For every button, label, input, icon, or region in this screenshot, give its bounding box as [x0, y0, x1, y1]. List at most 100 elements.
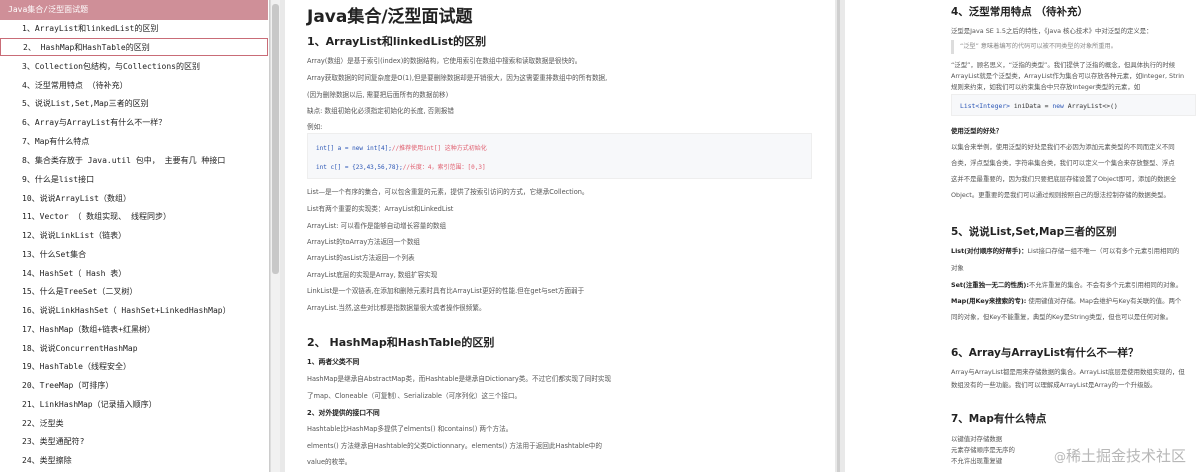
paragraph: elments() 方法继承自Hashtable的父类Dictionnary。e… [307, 442, 602, 450]
code-text: int[] a = new int[4]; [316, 145, 392, 152]
paragraph: HashMap是继承自AbstractMap类，而Hashtable是继承自Di… [307, 375, 612, 383]
bold-term: List(对付顺序的好帮手)： [951, 247, 1028, 255]
paragraph: 不允许出现重复键 [951, 457, 1003, 465]
document-page: Java集合/泛型面试题 1、ArrayList和linkedList的区别 A… [285, 0, 835, 472]
page-title: Java集合/泛型面试题 [307, 7, 473, 27]
subheading: 2、对外提供的接口不同 [307, 409, 380, 417]
paragraph: 了map、Cloneable（可复制）、Serializable（可序列化）这三… [307, 392, 522, 400]
paragraph: 以集合来举例，使用泛型的好处是我们不必因为添加元素类型的不同而定义不同 [951, 143, 1175, 151]
toc-item[interactable]: 22、泛型类 [0, 415, 268, 433]
page-scrollbar[interactable] [837, 0, 840, 472]
paragraph: 对象 [951, 264, 964, 272]
paragraph: List(对付顺序的好帮手)：List接口存储一组不唯一（可以有多个元素引用相同… [951, 246, 1179, 255]
subheading: 使用泛型的好处？ [951, 127, 1003, 135]
toc-item[interactable]: 17、HashMap（数组+链表+红黑树） [0, 321, 268, 339]
paragraph: Hashtable比HashMap多提供了elments() 和contains… [307, 425, 513, 433]
code-text: new [1052, 102, 1064, 110]
paragraph: 合类，浮点型集合类，字符串集合类，我们可以定义一个集合来存放整型、浮点 [951, 159, 1175, 167]
watermark-text: 稀土掘金技术社区 [1065, 447, 1186, 465]
paragraph: ArrayList的asList方法返回一个列表 [307, 254, 415, 262]
paragraph: 同的对象，但Key不能重复，典型的Key是String类型，但也可以是任何对象。 [951, 313, 1173, 321]
toc-item[interactable]: 19、HashTable（线程安全） [0, 358, 268, 376]
paragraph: “泛型”，顾名思义，“泛指的类型”。我们提供了泛指的概念，但具体执行的时候 [951, 61, 1176, 69]
toc-item[interactable]: 10、说说ArrayList（数组） [0, 190, 268, 208]
toc-item[interactable]: 12、说说LinkList（链表） [0, 227, 268, 245]
paragraph: 规则来约束，如我们可以约束集合中只存放Integer类型的元素，如 [951, 83, 1141, 91]
paragraph: Map(用Key来搜索的专): 使用键值对存储。Map会维护与Key有关联的值。… [951, 296, 1181, 305]
toc-panel: Java集合/泛型面试题 1、ArrayList和linkedList的区别 2… [0, 0, 270, 472]
toc-item[interactable]: 24、类型擦除 [0, 452, 268, 470]
bold-term: Map(用Key来搜索的专): [951, 297, 1027, 305]
paragraph: Array获取数据的时间复杂度是O(1),但是要删除数据却是开销很大，因为这需要… [307, 74, 608, 82]
section-heading: 4、泛型常用特点 （待补充） [951, 6, 1088, 18]
toc-item[interactable]: 8、集合类存放于 Java.util 包中， 主要有几 种接口 [0, 152, 268, 170]
paragraph: ArrayList的toArray方法返回一个数组 [307, 238, 421, 246]
paragraph: value的枚举。 [307, 458, 352, 466]
paragraph: List—是一个有序的集合，可以包含重复的元素，提供了按索引访问的方式，它继承C… [307, 188, 589, 196]
bold-term: Set(注重独一无二的性质): [951, 281, 1029, 289]
paragraph: 缺点: 数组初始化必须指定初始化的长度, 否则报错 [307, 107, 454, 115]
paragraph: ArrayList底层的实现是Array, 数组扩容实现 [307, 271, 438, 279]
paragraph: List有两个重要的实现类：ArrayList和LinkedList [307, 205, 454, 213]
paragraph: Set(注重独一无二的性质):不允许重复的集合。不会有多个元素引用相同的对象。 [951, 280, 1182, 289]
paragraph-text: 使用键值对存储。Map会维护与Key有关联的值。两个 [1026, 297, 1182, 305]
paragraph-text: 不允许重复的集合。不会有多个元素引用相同的对象。 [1028, 281, 1183, 289]
blockquote: “泛型” 意味着编写的代码可以被不同类型的对象所重用。 [951, 40, 1196, 54]
paragraph: Object。更重要的是我们可以通过规则按照自己的想法控制存储的数据类型。 [951, 191, 1170, 199]
paragraph: Array(数组）是基于索引(index)的数据结构，它使用索引在数组中搜索和读… [307, 57, 582, 65]
scrollbar-thumb[interactable] [272, 4, 279, 274]
toc-item[interactable]: 4、泛型常用特点 （待补充） [0, 77, 268, 95]
paragraph: 元素存储顺序是无序的 [951, 446, 1015, 454]
paragraph-text: List接口存储一组不唯一（可以有多个元素引用相同的 [1027, 247, 1180, 255]
document-page-right: 4、泛型常用特点 （待补充） 泛型是Java SE 1.5之后的特性，《Java… [845, 0, 1200, 472]
toc-item-selected[interactable]: 2、 HashMap和HashTable的区别 [0, 38, 268, 56]
toc-item[interactable]: 9、什么是list接口 [0, 171, 268, 189]
toc-item[interactable]: 6、Array与ArrayList有什么不一样？ [0, 114, 268, 132]
watermark: @稀土掘金技术社区 [1054, 445, 1186, 466]
watermark-at: @ [1053, 450, 1066, 464]
code-text: List<Integer> [960, 102, 1011, 110]
toc-item[interactable]: 20、TreeMap（可排序） [0, 377, 268, 395]
section-heading: 2、 HashMap和HashTable的区别 [307, 336, 495, 349]
paragraph: 这并不是最重要的，因为我们只要把底层存储设置了Object即可，添加的数据全 [951, 175, 1177, 183]
paragraph: LinkList是一个双链表,在添加和删除元素时具有比ArrayList更好的性… [307, 287, 585, 295]
toc-scrollbar[interactable] [270, 0, 280, 472]
paragraph: ArrayList就是个泛型类，ArrayList作为集合可以存放各种元素，如I… [951, 72, 1185, 80]
code-text: ArrayList<>() [1063, 102, 1118, 110]
code-line: int[] a = new int[4];//推荐使用int[] 这种方式初始化 [316, 143, 487, 152]
paragraph: 以键值对存储数据 [951, 435, 1003, 443]
paragraph: ArrayList: 可以看作是能够自动增长容量的数组 [307, 222, 447, 230]
toc-item[interactable]: 11、Vector （ 数组实现、 线程同步） [0, 208, 268, 226]
paragraph: ArrayList.当然,这些对比都是指数据量很大或者操作很频繁。 [307, 304, 486, 312]
code-block: int[] a = new int[4];//推荐使用int[] 这种方式初始化… [307, 133, 812, 179]
code-comment: //推荐使用int[] 这种方式初始化 [391, 145, 487, 152]
toc-item[interactable]: 14、HashSet（ Hash 表） [0, 265, 268, 283]
toc-title[interactable]: Java集合/泛型面试题 [0, 0, 268, 20]
code-text: int c[] = {23,43,56,78}; [316, 164, 403, 171]
toc-item[interactable]: 15、什么是TreeSet（二叉树） [0, 283, 268, 301]
toc-item[interactable]: 21、LinkHashMap（记录插入顺序） [0, 396, 268, 414]
toc-item[interactable]: 7、Map有什么特点 [0, 133, 268, 151]
paragraph: 数组没有的一些功能。我们可以理解成ArrayList是Array的一个升级版。 [951, 381, 1157, 389]
code-line: int c[] = {23,43,56,78};//长度：4，索引范围：[0,3… [316, 162, 486, 171]
toc-item[interactable]: 13、什么Set集合 [0, 246, 268, 264]
section-heading: 6、Array与ArrayList有什么不一样？ [951, 347, 1139, 359]
code-comment: //长度：4，索引范围：[0,3] [402, 164, 486, 171]
toc-item[interactable]: 16、说说LinkHashSet（ HashSet+LinkedHashMap） [0, 302, 268, 320]
paragraph: 例如: [307, 123, 323, 131]
paragraph: 泛型是Java SE 1.5之后的特性，《Java 核心技术》中对泛型的定义是： [951, 27, 1153, 35]
toc-item[interactable]: 1、ArrayList和linkedList的区别 [0, 20, 268, 38]
toc-item[interactable]: 5、说说List,Set,Map三者的区别 [0, 95, 268, 113]
code-text: iniData = [1010, 102, 1053, 110]
section-heading: 7、Map有什么特点 [951, 413, 1047, 425]
toc-item[interactable]: 18、说说ConcurrentHashMap [0, 340, 268, 358]
paragraph: (因为删除数据以后, 需要把后面所有的数据前移) [307, 91, 449, 99]
code-block: List<Integer> iniData = new ArrayList<>(… [951, 94, 1196, 116]
page-divider [835, 0, 845, 472]
subheading: 1、两者父类不同 [307, 358, 360, 366]
toc-item[interactable]: 3、Collection包结构，与Collections的区别 [0, 58, 268, 76]
section-heading: 1、ArrayList和linkedList的区别 [307, 35, 487, 48]
section-heading: 5、说说List,Set,Map三者的区别 [951, 226, 1117, 238]
paragraph: Array与ArrayList都是用来存储数据的集合。ArrayList底层是使… [951, 368, 1185, 376]
toc-item[interactable]: 23、类型通配符? [0, 433, 268, 451]
